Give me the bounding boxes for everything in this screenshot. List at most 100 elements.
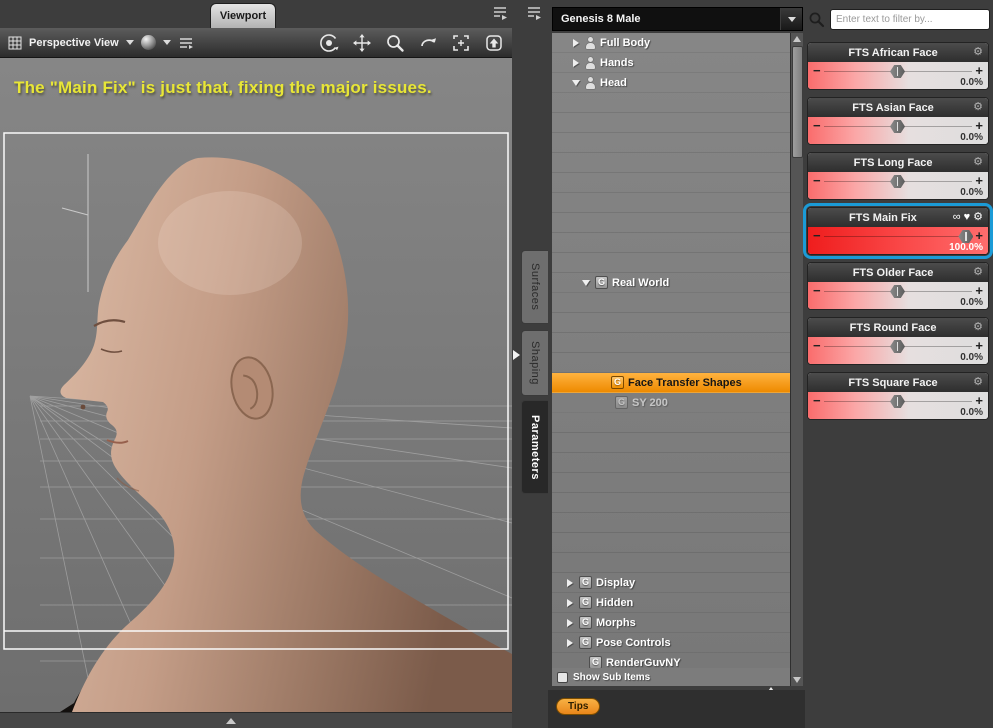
expand-arrow-icon[interactable] [598, 378, 607, 388]
link-icon[interactable]: ∞ [953, 212, 961, 223]
tab-surfaces[interactable]: Surfaces [521, 250, 548, 324]
tree-item-sy-200[interactable]: G SY 200 [552, 393, 790, 413]
gear-icon[interactable]: ⚙ [973, 267, 983, 278]
slider-track[interactable]: − + 0.0% [808, 392, 988, 419]
scrollbar-thumb[interactable] [792, 46, 803, 158]
scroll-down-icon[interactable] [793, 677, 801, 683]
viewport-resize-handle-icon[interactable] [226, 718, 236, 724]
increment-button[interactable]: + [975, 338, 983, 353]
slider-track[interactable]: − + 0.0% [808, 172, 988, 199]
tree-scrollbar[interactable] [790, 33, 803, 686]
home-view-icon[interactable] [484, 33, 504, 53]
expand-arrow-icon[interactable] [576, 658, 585, 668]
increment-button[interactable]: + [975, 283, 983, 298]
increment-button[interactable]: + [975, 63, 983, 78]
expand-arrow-icon[interactable] [572, 38, 581, 48]
side-pane-menu-icon[interactable] [524, 3, 544, 23]
tree-item-hands[interactable]: Hands [552, 53, 790, 73]
tree-item-renderguvny[interactable]: G RenderGuvNY [552, 653, 790, 668]
tree-item-pose-controls[interactable]: G Pose Controls [552, 633, 790, 653]
show-sub-items-label: Show Sub Items [573, 671, 651, 683]
decrement-button[interactable]: − [813, 228, 821, 243]
slider-title-label: FTS African Face [848, 46, 938, 59]
tree-item-full-body[interactable]: Full Body [552, 33, 790, 53]
increment-button[interactable]: + [975, 393, 983, 408]
slider-title-label: FTS Main Fix [848, 211, 917, 224]
gear-icon[interactable]: ⚙ [973, 47, 983, 58]
expand-arrow-icon[interactable] [566, 618, 575, 628]
increment-button[interactable]: + [975, 228, 983, 243]
slider-track[interactable]: − + 0.0% [808, 117, 988, 144]
slider-track[interactable]: − + 0.0% [808, 62, 988, 89]
slider-fts-square-face: FTS Square Face ⚙ − + 0.0% [807, 372, 989, 420]
decrement-button[interactable]: − [813, 173, 821, 188]
slider-thumb[interactable] [890, 285, 905, 298]
figure-selector-dropdown[interactable]: Genesis 8 Male [552, 7, 803, 31]
tree-item-morphs[interactable]: G Morphs [552, 613, 790, 633]
decrement-button[interactable]: − [813, 63, 821, 78]
increment-button[interactable]: + [975, 118, 983, 133]
increment-button[interactable]: + [975, 173, 983, 188]
expand-arrow-icon[interactable] [566, 578, 575, 588]
expand-arrow-icon[interactable] [582, 278, 591, 288]
reset-camera-icon[interactable] [418, 33, 438, 53]
search-icon[interactable] [808, 11, 825, 28]
slider-thumb[interactable] [890, 395, 905, 408]
gear-icon[interactable]: ⚙ [973, 377, 983, 388]
slider-thumb[interactable] [890, 340, 905, 353]
slider-track[interactable]: − + 0.0% [808, 337, 988, 364]
gear-icon[interactable]: ⚙ [973, 102, 983, 113]
expand-arrow-icon[interactable] [602, 398, 611, 408]
tree-item-face-transfer-shapes[interactable]: G Face Transfer Shapes [552, 373, 790, 393]
filter-search-row [806, 7, 990, 33]
expand-arrow-icon[interactable] [566, 638, 575, 648]
filter-input[interactable] [830, 9, 990, 30]
tab-shaping[interactable]: Shaping [521, 330, 548, 396]
3d-scene [3, 132, 512, 712]
slider-track[interactable]: − + 100.0% [808, 227, 988, 254]
slider-thumb[interactable] [890, 120, 905, 133]
zoom-icon[interactable] [385, 33, 405, 53]
decrement-button[interactable]: − [813, 393, 821, 408]
show-sub-items-checkbox[interactable] [557, 671, 568, 683]
gear-icon[interactable]: ⚙ [973, 157, 983, 168]
slider-thumb[interactable] [890, 65, 905, 78]
pan-camera-icon[interactable] [352, 33, 372, 53]
slider-title-bar: FTS Round Face ⚙ [808, 318, 988, 337]
tree-item-label: Pose Controls [596, 636, 671, 649]
decrement-button[interactable]: − [813, 283, 821, 298]
expand-arrow-icon[interactable] [572, 78, 581, 88]
frame-selection-icon[interactable] [451, 33, 471, 53]
draw-style-sphere-icon[interactable] [140, 35, 156, 50]
pane-collapse-arrow-icon[interactable] [513, 350, 520, 360]
tips-button[interactable]: Tips [556, 698, 601, 715]
gear-icon[interactable]: ⚙ [973, 322, 983, 333]
tree-item-label: Display [596, 576, 636, 589]
orbit-camera-icon[interactable] [319, 33, 339, 53]
draw-style-dropdown-icon[interactable] [162, 40, 171, 45]
group-icon: G [579, 596, 592, 609]
favorite-icon[interactable]: ♥ [964, 212, 971, 223]
draw-options-icon[interactable] [178, 36, 194, 50]
viewport-canvas[interactable]: The "Main Fix" is just that, fixing the … [0, 58, 512, 712]
decrement-button[interactable]: − [813, 338, 821, 353]
figure-icon [585, 56, 596, 70]
figure-selector-arrow-button[interactable] [780, 8, 802, 30]
decrement-button[interactable]: − [813, 118, 821, 133]
tab-parameters[interactable]: Parameters [521, 400, 548, 494]
gear-icon[interactable]: ⚙ [973, 212, 983, 223]
expand-arrow-icon[interactable] [566, 598, 575, 608]
tips-bar: Tips [548, 690, 805, 728]
view-mode-dropdown-icon[interactable] [125, 40, 134, 45]
tree-item-hidden[interactable]: G Hidden [552, 593, 790, 613]
tab-viewport[interactable]: Viewport [210, 3, 276, 28]
slider-thumb[interactable] [890, 175, 905, 188]
slider-track[interactable]: − + 0.0% [808, 282, 988, 309]
tree-item-real-world[interactable]: G Real World [552, 273, 790, 293]
tree-item-head[interactable]: Head [552, 73, 790, 93]
tree-item-display[interactable]: G Display [552, 573, 790, 593]
expand-arrow-icon[interactable] [572, 58, 581, 68]
viewport-pane-menu-icon[interactable] [490, 3, 510, 23]
tree-item-label: Hidden [596, 596, 634, 609]
scroll-up-icon[interactable] [793, 36, 801, 42]
